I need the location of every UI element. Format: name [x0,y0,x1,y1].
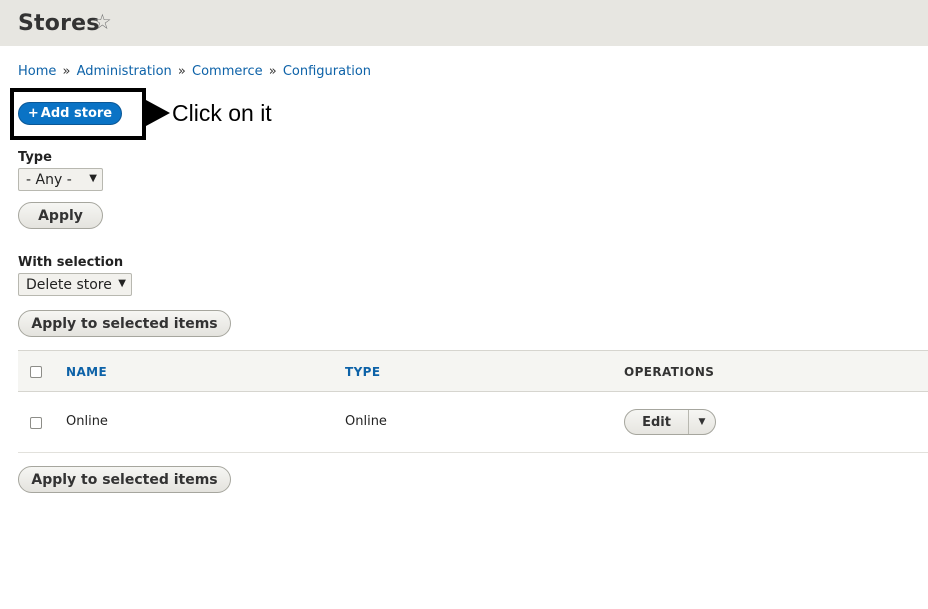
edit-button[interactable]: Edit [625,410,689,434]
dropdown-toggle-icon[interactable]: ▼ [689,410,715,434]
apply-selected-button-top[interactable]: Apply to selected items [18,310,231,337]
breadcrumb-separator: » [177,64,186,79]
bulk-action-select[interactable]: Delete store ▼ [18,273,132,296]
row-checkbox[interactable] [30,417,42,429]
type-filter-select[interactable]: - Any - ▼ [18,168,103,191]
apply-selected-button-bottom[interactable]: Apply to selected items [18,466,231,493]
column-header-name[interactable]: NAME [66,365,107,379]
column-header-type[interactable]: TYPE [345,365,380,379]
row-name: Online [66,414,108,429]
table-header: NAME TYPE OPERATIONS [18,350,928,392]
type-filter-value: - Any - [26,171,72,188]
operations-dropbutton: Edit ▼ [624,409,716,435]
breadcrumb-administration[interactable]: Administration [77,64,172,79]
apply-filter-button[interactable]: Apply [18,202,103,229]
with-selection-label: With selection [18,255,124,270]
breadcrumb-commerce[interactable]: Commerce [192,64,263,79]
select-caret-icon: ▼ [89,173,97,184]
plus-icon: + [27,106,39,121]
breadcrumb-separator: » [62,64,71,79]
breadcrumb-separator: » [268,64,277,79]
type-filter-label: Type [18,150,52,165]
column-header-operations: OPERATIONS [624,365,715,379]
select-all-checkbox[interactable] [30,366,42,378]
annotation-text: Click on it [172,100,272,126]
add-store-button[interactable]: + Add store [18,102,122,125]
page-header: Stores ☆ [0,0,928,46]
bulk-action-value: Delete store [26,276,112,293]
row-type: Online [345,414,387,429]
breadcrumb-configuration[interactable]: Configuration [283,64,371,79]
star-icon[interactable]: ☆ [93,12,112,33]
page-title: Stores [18,11,100,36]
breadcrumb: Home » Administration » Commerce » Confi… [18,64,371,79]
breadcrumb-home[interactable]: Home [18,64,56,79]
select-caret-icon: ▼ [118,278,126,289]
table-row: Online Online Edit ▼ [18,392,928,453]
add-store-label: Add store [40,106,113,121]
annotation-arrow-icon [146,100,170,126]
